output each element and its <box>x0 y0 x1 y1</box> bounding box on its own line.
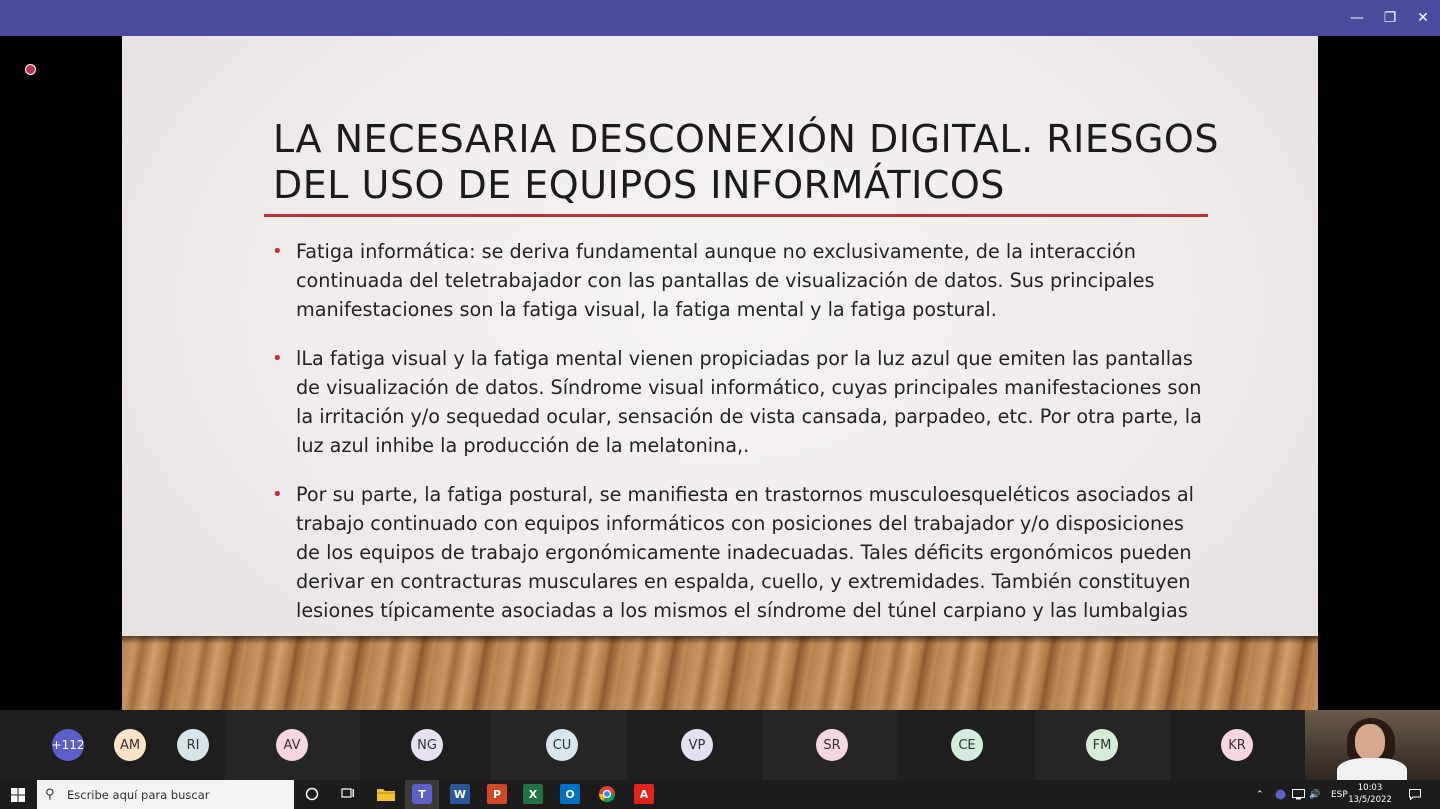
slide-bullet: • lLa fatiga visual y la fatiga mental v… <box>272 344 1202 460</box>
wood-floor-decoration <box>122 636 1318 710</box>
slide-title: LA NECESARIA DESCONEXIÓN DIGITAL. RIESGO… <box>273 116 1233 208</box>
cortana-icon[interactable] <box>302 784 322 804</box>
video-person-face <box>1355 724 1385 760</box>
recording-indicator-icon <box>25 64 36 75</box>
search-placeholder: Escribe aquí para buscar <box>67 787 210 802</box>
taskbar-clock[interactable]: 10:03 13/5/2022 <box>1348 782 1392 806</box>
video-person-body <box>1337 758 1407 780</box>
bullet-text: lLa fatiga visual y la fatiga mental vie… <box>296 347 1202 457</box>
bullet-icon: • <box>272 241 283 262</box>
participant-avatar[interactable]: KR <box>1221 729 1253 761</box>
more-participants-button[interactable]: +112 <box>52 729 84 761</box>
acrobat-icon[interactable]: A <box>634 784 654 804</box>
participant-avatar[interactable]: CU <box>546 729 578 761</box>
participant-avatar[interactable]: AV <box>276 729 308 761</box>
chrome-icon[interactable] <box>597 784 617 804</box>
participant-avatar[interactable]: AM <box>114 729 146 761</box>
file-explorer-icon[interactable] <box>376 784 396 804</box>
minimize-button[interactable]: — <box>1340 0 1374 36</box>
clock-time: 10:03 <box>1357 783 1383 793</box>
presentation-slide: LA NECESARIA DESCONEXIÓN DIGITAL. RIESGO… <box>122 36 1318 710</box>
restore-button[interactable]: ❐ <box>1373 0 1407 36</box>
notifications-icon[interactable] <box>1409 780 1421 809</box>
participant-avatar[interactable]: VP <box>681 729 713 761</box>
participant-avatar[interactable]: NG <box>411 729 443 761</box>
participant-avatar[interactable]: FM <box>1086 729 1118 761</box>
bullet-icon: • <box>272 484 283 505</box>
start-button[interactable] <box>0 780 36 809</box>
clock-date: 13/5/2022 <box>1348 795 1392 805</box>
slide-bullet-list: • Fatiga informática: se deriva fundamen… <box>272 237 1202 645</box>
network-icon[interactable] <box>1292 780 1305 809</box>
participant-avatar[interactable]: CE <box>951 729 983 761</box>
slide-title-line-1: LA NECESARIA DESCONEXIÓN DIGITAL. RIESGO… <box>273 117 1219 161</box>
task-view-icon[interactable] <box>338 784 358 804</box>
language-indicator[interactable]: ESP <box>1331 780 1348 809</box>
participant-avatar[interactable]: RI <box>177 729 209 761</box>
bullet-text: Fatiga informática: se deriva fundamenta… <box>296 240 1155 321</box>
powerpoint-icon[interactable]: P <box>487 784 507 804</box>
bullet-icon: • <box>272 348 283 369</box>
excel-icon[interactable]: X <box>523 784 543 804</box>
search-icon: ⚲ <box>45 787 55 802</box>
participant-avatar[interactable]: SR <box>816 729 848 761</box>
teams-icon[interactable]: T <box>412 784 432 804</box>
bullet-text: Por su parte, la fatiga postural, se man… <box>296 483 1194 622</box>
teams-tray-icon[interactable] <box>1275 780 1286 809</box>
outlook-icon[interactable]: O <box>560 784 580 804</box>
taskbar-search-box[interactable]: ⚲ Escribe aquí para buscar <box>37 780 294 809</box>
window-titlebar: — ❐ ✕ <box>0 0 1440 36</box>
windows-logo-icon <box>11 787 25 802</box>
tray-expand-icon[interactable]: ⌃ <box>1256 780 1264 809</box>
self-video-feed[interactable] <box>1305 710 1440 780</box>
title-divider <box>264 214 1208 217</box>
participants-strip: +112 AM RI AV NG CU VP SR CE FM KR <box>0 710 1440 780</box>
windows-taskbar: ⚲ Escribe aquí para buscar T W P X O A ⌃… <box>0 780 1440 809</box>
slide-bullet: • Por su parte, la fatiga postural, se m… <box>272 480 1202 625</box>
slide-bullet: • Fatiga informática: se deriva fundamen… <box>272 237 1202 324</box>
volume-icon[interactable]: 🔊 <box>1309 780 1320 809</box>
word-icon[interactable]: W <box>450 784 470 804</box>
close-button[interactable]: ✕ <box>1406 0 1440 36</box>
slide-title-line-2: DEL USO DE EQUIPOS INFORMÁTICOS <box>273 163 1005 207</box>
